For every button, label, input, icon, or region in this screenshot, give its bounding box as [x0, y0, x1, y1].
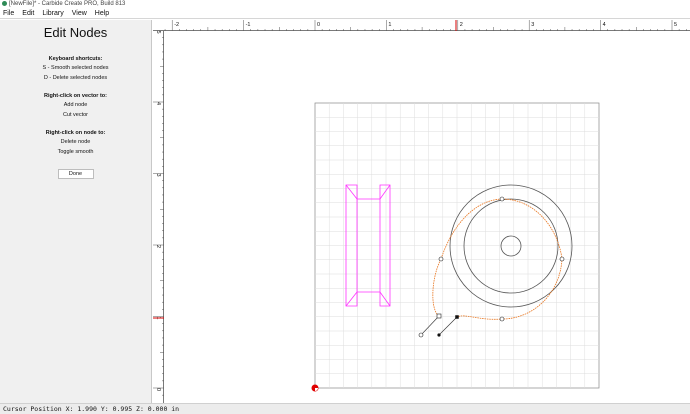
node-delete: Delete node — [60, 139, 91, 145]
menu-edit[interactable]: Edit — [18, 9, 38, 19]
ruler-x-label: 3 — [531, 22, 534, 28]
status-bar: Cursor Position X: 1.990 Y: 0.995 Z: 0.0… — [0, 403, 690, 414]
menu-help[interactable]: Help — [91, 9, 113, 19]
ruler-x-label: 4 — [603, 22, 606, 28]
ruler-y-label: 0 — [155, 388, 161, 391]
cursor-position: Cursor Position X: 1.990 Y: 0.995 Z: 0.0… — [3, 405, 180, 413]
ruler-x-label: -2 — [174, 22, 179, 28]
path-node — [438, 256, 444, 262]
panel-title: Edit Nodes — [43, 25, 108, 40]
ruler-top: -2 -1 0 1 2 3 4 5 — [153, 20, 690, 31]
vector-add-node: Add node — [63, 102, 88, 108]
path-node — [418, 332, 424, 338]
edit-nodes-panel: Edit Nodes Keyboard shortcuts: S - Smoot… — [0, 20, 152, 403]
app-icon — [2, 0, 7, 6]
canvas-svg[interactable] — [165, 32, 690, 403]
handle-point — [437, 333, 441, 337]
path-node — [559, 256, 565, 262]
ruler-top-svg: -2 -1 0 1 2 3 4 5 — [164, 20, 687, 31]
shortcut-smooth: S - Smooth selected nodes — [42, 65, 109, 71]
path-node — [499, 196, 505, 202]
node-heading: Right-click on node to: — [45, 130, 106, 136]
ruler-x-label: 5 — [674, 22, 677, 28]
path-node-selected — [455, 315, 459, 319]
path-node — [499, 316, 505, 322]
menu-view[interactable]: View — [68, 9, 91, 19]
menu-file[interactable]: File — [0, 9, 18, 19]
window-title: [NewFile]* - Carbide Create PRO, Build 8… — [9, 1, 126, 7]
path-node-corner — [436, 313, 442, 319]
ruler-x-label: 1 — [388, 22, 391, 28]
shortcuts-heading: Keyboard shortcuts: — [48, 56, 103, 62]
ruler-y-label: 5 — [155, 31, 161, 34]
vector-heading: Right-click on vector to: — [44, 93, 107, 99]
ruler-y-label: 3 — [155, 174, 161, 177]
ruler-left: 543210 — [153, 31, 164, 403]
ruler-y-label: 2 — [155, 245, 161, 248]
title-bar: [NewFile]* - Carbide Create PRO, Build 8… — [0, 0, 690, 9]
vector-cut: Cut vector — [62, 112, 89, 118]
menu-bar: File Edit Library View Help — [0, 9, 690, 19]
ruler-x-label: 2 — [460, 22, 463, 28]
origin-marker-quadrant — [315, 388, 318, 391]
menu-library[interactable]: Library — [38, 9, 67, 19]
node-toggle-smooth: Toggle smooth — [57, 149, 94, 155]
ruler-x-label: -1 — [246, 22, 251, 28]
design-canvas[interactable] — [165, 32, 690, 403]
ruler-left-svg: 543210 — [153, 31, 164, 396]
ruler-x-label: 0 — [317, 22, 320, 28]
done-button[interactable]: Done — [57, 169, 94, 179]
shortcut-delete: D - Delete selected nodes — [43, 75, 108, 81]
ruler-y-label: 4 — [155, 102, 161, 105]
